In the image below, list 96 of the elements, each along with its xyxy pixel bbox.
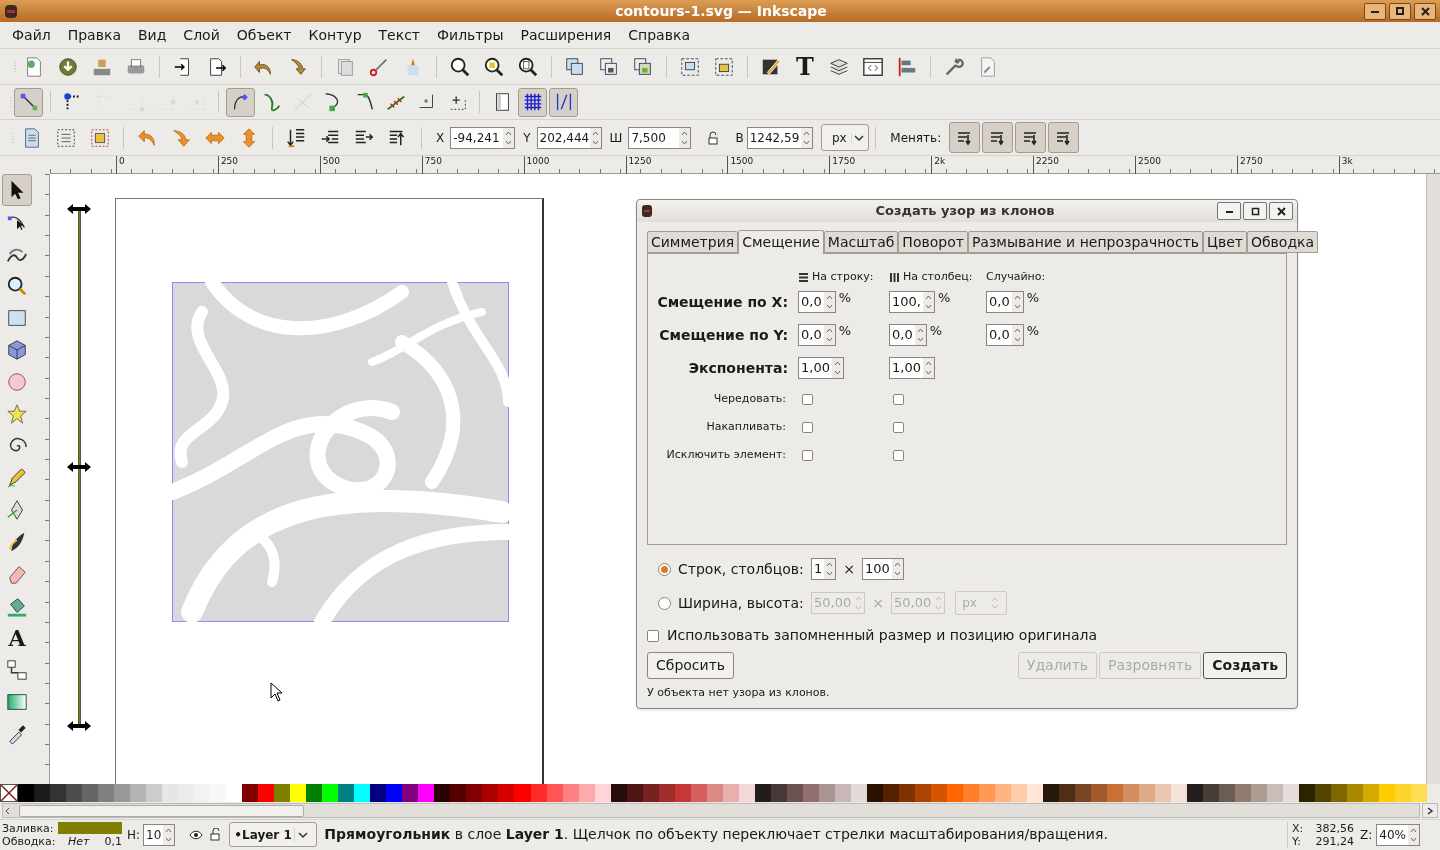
- dialog-button[interactable]: Сбросить: [647, 652, 735, 679]
- menu-item[interactable]: Правка: [59, 24, 129, 46]
- field-value: -94,241: [452, 129, 501, 147]
- menu-item[interactable]: Вид: [129, 24, 175, 46]
- spin-field[interactable]: 0,0: [798, 291, 836, 313]
- coordinate-value: 382,56: [1314, 821, 1355, 835]
- checkbox-label: Использовать запомненный размер и позицию оригинала: [667, 626, 1098, 645]
- opacity-label: H:: [127, 826, 141, 844]
- menu-item[interactable]: Текст: [370, 24, 428, 46]
- field-label: X: [436, 129, 445, 147]
- transform-label: Менять:: [890, 129, 942, 147]
- field-value: 50,00: [813, 594, 853, 612]
- spin-field[interactable]: 0,0: [889, 324, 927, 346]
- spin-field[interactable]: 1,00: [798, 357, 844, 379]
- field-value: 0,0: [891, 326, 914, 344]
- tab[interactable]: Обводка: [1246, 231, 1319, 253]
- zoom-label: Z:: [1360, 826, 1373, 844]
- field-label: Y: [523, 129, 531, 147]
- spin-field[interactable]: 0,0: [986, 324, 1024, 346]
- number-field[interactable]: 1242,59: [746, 126, 814, 149]
- field-label: В: [735, 129, 744, 147]
- field-value: 202,444: [538, 129, 590, 147]
- row-label: Чередовать:: [712, 391, 787, 407]
- spin-field[interactable]: 1: [811, 558, 837, 580]
- unit-label: %: [838, 324, 852, 337]
- row-label: Смещение по X:: [656, 293, 789, 312]
- row-label: Накапливать:: [705, 419, 787, 435]
- status-text: У объекта нет узора из клонов.: [647, 685, 831, 701]
- opacity-field[interactable]: 10: [143, 823, 176, 846]
- field-label: Ш: [609, 129, 623, 147]
- field-value: 100: [864, 560, 891, 578]
- coordinate-label: Y:: [1292, 834, 1303, 848]
- row-label: Исключить элемент:: [665, 447, 787, 463]
- tool-button[interactable]: A: [2, 622, 32, 654]
- tab[interactable]: Масштаб: [823, 231, 899, 253]
- menu-item[interactable]: Расширения: [512, 24, 620, 46]
- field-value: 10: [145, 826, 163, 844]
- dialog-button[interactable]: Создать: [1203, 652, 1287, 679]
- tab[interactable]: Поворот: [898, 231, 968, 253]
- field-value: 1,00: [891, 359, 922, 377]
- times-sign: ×: [843, 559, 855, 579]
- tab[interactable]: Симметрия: [647, 231, 739, 253]
- layer-dropdown[interactable]: •Layer 1: [229, 822, 318, 847]
- unit-label: %: [838, 291, 852, 304]
- column-header: На столбец:: [903, 268, 973, 285]
- tab[interactable]: Смещение: [738, 230, 824, 254]
- menu-item[interactable]: Объект: [228, 24, 300, 46]
- radio-label: Ширина, высота:: [678, 593, 805, 613]
- stroke-width: 0,1: [104, 834, 122, 848]
- field-value: 7,500: [630, 129, 667, 147]
- stroke-label: Обводка:: [2, 834, 57, 848]
- unit-label: %: [929, 324, 943, 337]
- field-value: 0,0: [988, 326, 1011, 344]
- coordinate-value: 291,24: [1314, 834, 1355, 848]
- radio-label: Строк, столбцов:: [678, 559, 805, 579]
- spin-field[interactable]: 100: [862, 558, 904, 580]
- zoom-field[interactable]: 40%: [1376, 823, 1420, 846]
- coordinate-label: X:: [1292, 821, 1305, 835]
- spin-field[interactable]: 1,00: [889, 357, 935, 379]
- spin-field[interactable]: 0,0: [798, 324, 836, 346]
- column-header: Случайно:: [986, 268, 1046, 285]
- spin-field[interactable]: 100,: [889, 291, 935, 313]
- menu-item[interactable]: Слой: [175, 24, 228, 46]
- unit-dropdown[interactable]: px: [821, 124, 870, 151]
- dialog-title: Создать узор из клонов: [874, 202, 1056, 221]
- field-value: 1,00: [800, 359, 831, 377]
- column-header: На строку:: [812, 268, 874, 285]
- menu-item[interactable]: Справка: [620, 24, 698, 46]
- stroke-value: Нет: [67, 834, 90, 848]
- toolbar-button[interactable]: T: [788, 51, 822, 82]
- field-value: 100,: [891, 293, 922, 311]
- menu-item[interactable]: Фильтры: [429, 24, 512, 46]
- tab[interactable]: Размывание и непрозрачность: [967, 231, 1204, 253]
- menu-item[interactable]: Файл: [4, 24, 59, 46]
- unit-label: %: [1026, 324, 1040, 337]
- window-title: contours-1.svg — Inkscape: [614, 1, 828, 21]
- fill-label: Заливка:: [2, 821, 55, 835]
- status-message: Прямоугольник в слое Layer 1. Щелчок по объекту переключает стрелки масштабирования/вращения.: [324, 825, 1108, 844]
- row-label: Экспонента:: [687, 359, 789, 378]
- spin-field[interactable]: 0,0: [986, 291, 1024, 313]
- field-value: 50,00: [892, 594, 933, 612]
- number-field[interactable]: 202,444: [536, 126, 602, 149]
- field-value: 1242,59: [748, 129, 801, 147]
- number-field[interactable]: 7,500: [628, 126, 692, 149]
- row-label: Смещение по Y:: [658, 326, 789, 345]
- unit-label: %: [1026, 291, 1040, 304]
- field-value: 1: [813, 560, 824, 578]
- unit-label: %: [937, 291, 951, 304]
- tab[interactable]: Цвет: [1203, 231, 1247, 253]
- field-value: 40%: [1378, 826, 1407, 844]
- field-value: 0,0: [800, 326, 823, 344]
- menu-item[interactable]: Контур: [300, 24, 370, 46]
- field-value: 0,0: [988, 293, 1011, 311]
- number-field[interactable]: -94,241: [450, 126, 516, 149]
- field-value: 0,0: [800, 293, 823, 311]
- times-sign: ×: [872, 593, 884, 613]
